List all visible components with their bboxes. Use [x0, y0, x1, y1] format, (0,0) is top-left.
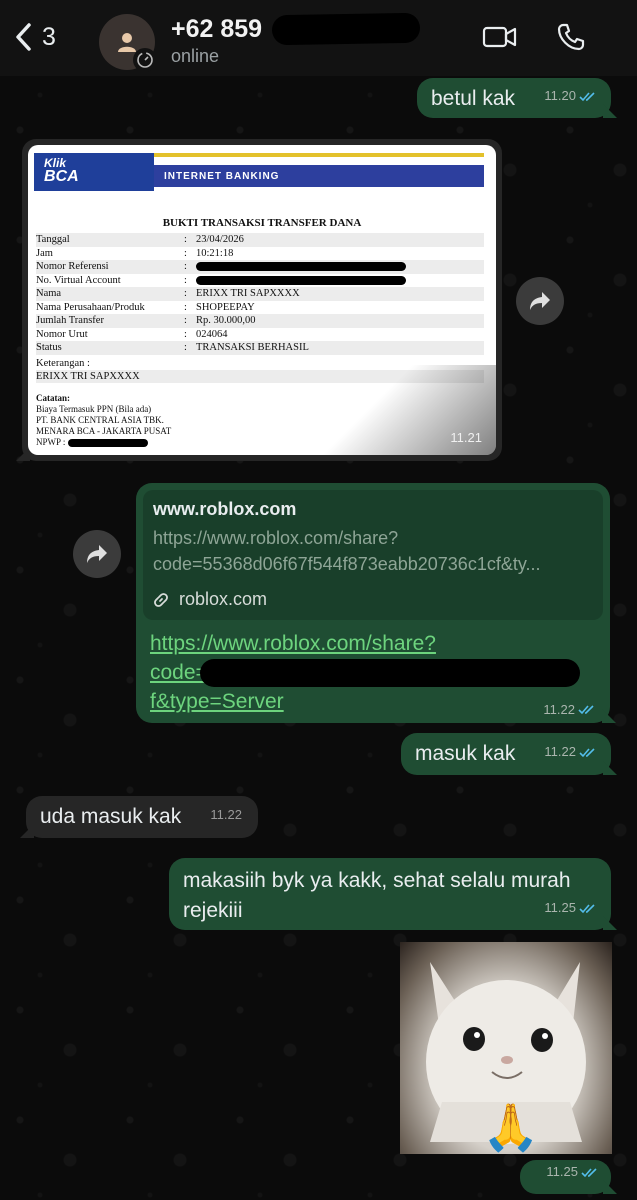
contact-info[interactable]: +62 859 online [171, 12, 421, 67]
link-icon [154, 592, 168, 607]
unread-count: 3 [42, 22, 56, 51]
double-check-icon [581, 1167, 597, 1177]
notes-line: Biaya Termasuk PPN (Bila ada) [36, 404, 152, 414]
cat-photo: 🙏 [400, 942, 612, 1154]
link-preview-domain: roblox.com [153, 589, 593, 610]
message-link[interactable]: https://www.roblox.com/share? code= f&ty… [150, 629, 590, 716]
message-time: 11.22 [543, 702, 596, 717]
double-check-icon [579, 903, 595, 913]
forward-button[interactable] [73, 530, 121, 578]
receipt-row: No. Virtual Account: [36, 274, 484, 288]
timer-icon [137, 52, 153, 68]
chevron-left-icon [16, 23, 31, 51]
message-time: 11.25 [544, 893, 597, 923]
receipt-notes: Catatan: Biaya Termasuk PPN (Bila ada) P… [36, 393, 171, 448]
link-preview-card[interactable]: www.roblox.com https://www.roblox.com/sh… [143, 490, 603, 620]
avatar[interactable] [99, 14, 157, 72]
voice-call-button[interactable] [556, 22, 586, 57]
message-outgoing-image[interactable]: 🙏 [400, 942, 612, 1154]
redaction-mark [196, 262, 406, 272]
video-camera-icon [482, 26, 517, 48]
message-image-receipt[interactable]: INTERNET BANKING Klik BCA BUKTI TRANSAKSI… [22, 139, 502, 461]
banner-text: INTERNET BANKING [104, 165, 484, 187]
phone-icon [557, 23, 585, 51]
forward-button[interactable] [516, 277, 564, 325]
receipt-title: BUKTI TRANSAKSI TRANSFER DANA [162, 217, 362, 229]
message-text: masuk kak [415, 742, 516, 765]
link-preview-description: https://www.roblox.com/share? code=55368d… [153, 528, 541, 574]
receipt-row: Jumlah Transfer: Rp. 30.000,00 [36, 314, 484, 328]
message-outgoing-link[interactable]: www.roblox.com https://www.roblox.com/sh… [136, 483, 610, 723]
redaction-mark [196, 275, 406, 285]
message-time: 11.25 [546, 1157, 599, 1187]
link-preview-site: www.roblox.com [153, 499, 297, 519]
receipt-row: Nama Perusahaan/Produk: SHOPEEPAY [36, 301, 255, 313]
receipt-image: INTERNET BANKING Klik BCA BUKTI TRANSAKSI… [28, 145, 496, 455]
message-text: uda masuk kak [40, 805, 182, 828]
double-check-icon [578, 705, 594, 715]
receipt-row: Tanggal:23/04/2026 [36, 233, 484, 247]
double-check-icon [579, 747, 595, 757]
message-time: 11.20 [544, 81, 597, 111]
contact-name: +62 859 [171, 12, 421, 46]
message-time: 11.22 [544, 737, 597, 767]
message-time: 11.21 [450, 430, 482, 445]
contact-status: online [171, 46, 220, 66]
receipt-row: Status: TRANSAKSI BERHASIL [36, 341, 484, 355]
notes-line: MENARA BCA - JAKARTA PUSAT [36, 426, 172, 436]
praying-hands-emoji: 🙏 [482, 1101, 540, 1153]
forward-arrow-icon [530, 292, 550, 310]
notes-title: Catatan: [36, 393, 70, 403]
message-text: betul kak [431, 87, 516, 110]
klikbca-logo: Klik BCA [34, 153, 154, 191]
redaction-mark [199, 659, 580, 688]
npwp-line: NPWP : [36, 437, 171, 448]
receipt-row: Nomor Urut:024064 [36, 328, 228, 340]
receipt-banner: INTERNET BANKING Klik BCA [34, 153, 484, 191]
notes-line: PT. BANK CENTRAL ASIA TBK. [36, 415, 164, 425]
forward-arrow-icon [87, 545, 107, 563]
redaction-mark [271, 12, 421, 46]
message-outgoing[interactable]: makasiih byk ya kakk, sehat selalu murah… [169, 858, 611, 930]
back-button[interactable]: 3 [14, 22, 56, 52]
receipt-row: Nama: ERIXX TRI SAPXXXX [36, 287, 484, 301]
receipt-row: Jam:10:21:18 [36, 247, 234, 259]
redaction-mark [67, 438, 148, 447]
disappearing-timer-badge [133, 48, 157, 72]
message-outgoing[interactable]: masuk kak 11.22 [401, 733, 611, 775]
message-time: 11.22 [210, 807, 242, 822]
message-text: makasiih byk ya kakk, sehat selalu murah… [183, 869, 571, 922]
chat-header: 3 +62 859 online [0, 0, 637, 76]
message-timestamp-bubble: 11.25 [520, 1160, 611, 1194]
message-incoming[interactable]: uda masuk kak 11.22 [26, 796, 258, 838]
receipt-rows: Tanggal:23/04/2026 Jam:10:21:18 Nomor Re… [36, 233, 484, 355]
video-call-button[interactable] [482, 22, 518, 57]
double-check-icon [579, 91, 595, 101]
receipt-row: Nomor Referensi: [36, 260, 484, 274]
message-outgoing[interactable]: betul kak 11.20 [417, 78, 611, 118]
